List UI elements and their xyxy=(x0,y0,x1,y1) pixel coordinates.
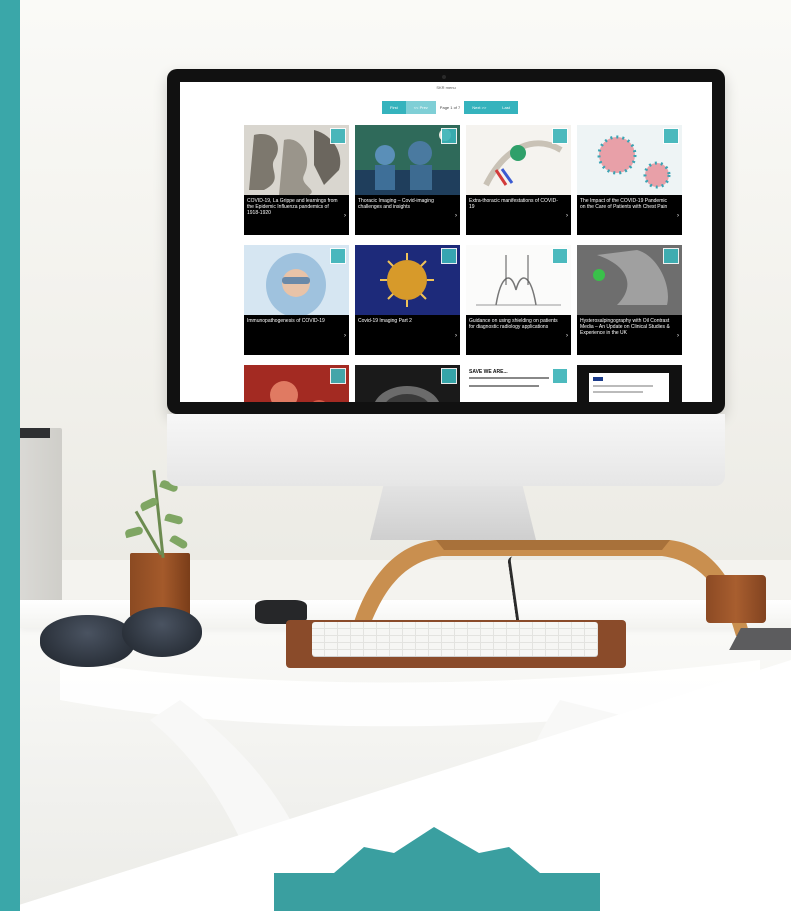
article-card[interactable]: Covid-19 Imaging Part 2 › xyxy=(355,245,460,355)
article-title: Hysterosalpingography with Oil Contrast … xyxy=(580,318,670,336)
article-title: COVID-19, La Grippe and learnings from t… xyxy=(247,198,338,216)
chevron-right-icon: › xyxy=(677,333,679,339)
teal-side-band xyxy=(0,0,20,911)
category-icon xyxy=(441,128,457,144)
chevron-right-icon: › xyxy=(455,333,457,339)
category-icon xyxy=(552,128,568,144)
text-line xyxy=(469,377,549,379)
last-page-button[interactable]: Last xyxy=(494,101,518,114)
article-card[interactable]: The Impact of the COVID-19 Pandemic on t… xyxy=(577,125,682,235)
pagination: First << Prev Page 1 of 7 Next >> Last xyxy=(382,101,518,114)
article-grid: COVID-19, La Grippe and learnings from t… xyxy=(244,125,686,402)
prev-page-button[interactable]: << Prev xyxy=(405,101,436,114)
category-icon xyxy=(552,248,568,264)
article-title: Thoracic Imaging – Covid-imaging challen… xyxy=(358,198,434,210)
article-card[interactable] xyxy=(355,365,460,402)
chevron-right-icon: › xyxy=(344,213,346,219)
headphone-earcup xyxy=(122,607,202,657)
article-card[interactable]: Guidance on using shielding on patients … xyxy=(466,245,571,355)
monitor-chin xyxy=(167,414,725,486)
monitor-screen: SKR menu First << Prev Page 1 of 7 Next … xyxy=(180,82,712,402)
monitor-neck xyxy=(370,486,536,540)
article-card[interactable]: SAVE WE ARE... xyxy=(466,365,571,402)
article-card[interactable] xyxy=(244,365,349,402)
article-title: Guidance on using shielding on patients … xyxy=(469,318,558,330)
keyboard xyxy=(312,622,598,656)
camera-icon xyxy=(442,75,446,79)
category-icon xyxy=(441,248,457,264)
desk-photo: SKR menu First << Prev Page 1 of 7 Next … xyxy=(0,0,791,911)
article-card[interactable]: Hysterosalpingography with Oil Contrast … xyxy=(577,245,682,355)
laptop-edge xyxy=(729,628,791,650)
article-card[interactable]: Extra-thoracic manifestations of COVID-1… xyxy=(466,125,571,235)
article-title: Covid-19 Imaging Part 2 xyxy=(358,318,412,324)
teal-crown-shape xyxy=(274,827,600,911)
category-icon xyxy=(330,128,346,144)
category-icon xyxy=(330,368,346,384)
article-card[interactable]: COVID-19, La Grippe and learnings from t… xyxy=(244,125,349,235)
wooden-cup xyxy=(706,575,766,623)
page-indicator: Page 1 of 7 xyxy=(435,101,465,114)
article-card[interactable] xyxy=(577,365,682,402)
headphone-earcup xyxy=(40,615,135,667)
category-icon xyxy=(663,248,679,264)
category-icon xyxy=(441,368,457,384)
text-line xyxy=(469,385,539,387)
category-icon xyxy=(663,128,679,144)
chevron-right-icon: › xyxy=(566,213,568,219)
article-title: SAVE WE ARE... xyxy=(469,369,508,375)
chevron-right-icon: › xyxy=(455,213,457,219)
first-page-button[interactable]: First xyxy=(382,101,406,114)
article-title: The Impact of the COVID-19 Pandemic on t… xyxy=(580,198,668,210)
next-page-button[interactable]: Next >> xyxy=(464,101,495,114)
chevron-right-icon: › xyxy=(677,213,679,219)
article-title: Immunopathogenesis of COVID-19 xyxy=(247,318,325,324)
screen-title: SKR menu xyxy=(436,85,456,90)
article-thumbnail xyxy=(577,365,682,402)
chevron-right-icon: › xyxy=(344,333,346,339)
monitor: SKR menu First << Prev Page 1 of 7 Next … xyxy=(167,69,725,414)
article-title: Extra-thoracic manifestations of COVID-1… xyxy=(469,198,558,210)
article-card[interactable]: Immunopathogenesis of COVID-19 › xyxy=(244,245,349,355)
category-icon xyxy=(330,248,346,264)
article-card[interactable]: Thoracic Imaging – Covid-imaging challen… xyxy=(355,125,460,235)
chevron-right-icon: › xyxy=(566,333,568,339)
category-icon xyxy=(552,368,568,384)
